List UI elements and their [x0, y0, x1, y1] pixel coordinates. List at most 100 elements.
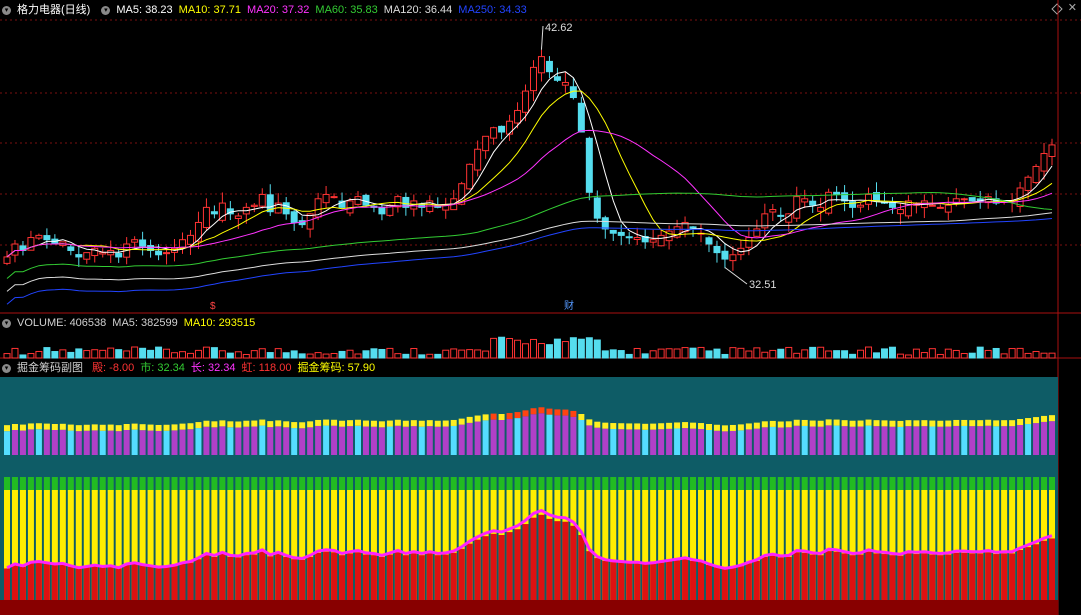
red-bar	[793, 552, 800, 600]
band-cap	[682, 422, 689, 429]
red-bar	[171, 566, 178, 600]
volume-bar	[976, 346, 984, 359]
candle-body	[944, 204, 952, 213]
band-cap	[482, 414, 489, 421]
band-cap	[27, 423, 34, 430]
band-cap	[227, 421, 234, 428]
candle-body	[290, 211, 298, 223]
band-bar	[482, 420, 489, 455]
bottom-strip	[0, 600, 1058, 615]
candle-body	[888, 201, 896, 208]
red-bar	[139, 565, 146, 600]
band-bar	[985, 425, 992, 455]
band-bar	[490, 419, 497, 455]
band-cap	[498, 414, 505, 420]
band-bar	[474, 421, 481, 455]
band-bar	[211, 427, 218, 455]
red-bar	[1049, 538, 1055, 600]
band-cap	[889, 420, 896, 427]
green-bar	[235, 477, 242, 492]
volume-bar	[266, 352, 274, 359]
red-bar	[315, 552, 322, 600]
volume-bar	[482, 350, 490, 359]
red-bar	[43, 563, 50, 600]
green-bar	[1017, 477, 1024, 492]
candle-body	[553, 76, 561, 81]
candle-body	[378, 206, 386, 215]
band-cap	[434, 420, 441, 427]
band-bar	[953, 425, 960, 455]
band-cap	[881, 420, 888, 427]
green-bar	[115, 477, 122, 492]
band-bar	[642, 429, 649, 455]
red-bar	[410, 553, 417, 600]
band-cap	[666, 422, 673, 429]
green-bar	[857, 477, 864, 492]
candle-body	[155, 250, 163, 256]
band-bar	[793, 425, 800, 455]
candle-body	[43, 235, 51, 241]
red-bar	[195, 559, 202, 600]
green-bar	[75, 477, 82, 492]
red-bar	[83, 567, 90, 600]
red-bar	[1025, 547, 1032, 600]
band-bar	[139, 430, 146, 455]
green-bar	[283, 477, 290, 492]
volume-bar	[665, 348, 673, 359]
band-bar	[450, 425, 457, 455]
volume-bar	[386, 347, 394, 359]
band-bar	[705, 430, 712, 455]
band-cap	[59, 423, 66, 430]
candle-body	[306, 213, 314, 230]
red-bar	[554, 521, 561, 600]
stock-chart-canvas[interactable]: 42.62 32.51 $ 财	[0, 0, 1081, 615]
volume-bar	[992, 347, 1000, 359]
volume-bar	[91, 349, 99, 359]
band-bar	[434, 426, 441, 455]
candle-body	[99, 252, 107, 255]
green-bar	[618, 477, 625, 492]
candle-body	[3, 256, 11, 264]
green-bar	[187, 477, 194, 492]
green-bar	[163, 477, 170, 492]
red-bar	[993, 554, 1000, 600]
green-bar	[769, 477, 776, 492]
green-bar	[347, 477, 354, 492]
green-bar	[713, 477, 720, 492]
red-bar	[642, 564, 649, 600]
volume-bar	[561, 341, 569, 359]
volume-bar	[785, 346, 793, 359]
volume-bar	[402, 353, 410, 359]
band-bar	[235, 427, 242, 455]
red-bar	[1033, 544, 1040, 600]
band-cap	[953, 419, 960, 426]
green-bar	[698, 477, 705, 492]
band-bar	[362, 426, 369, 455]
red-bar	[610, 562, 617, 600]
band-cap	[35, 423, 42, 430]
candle-body	[131, 239, 139, 243]
volume-bar	[59, 349, 67, 359]
band-cap	[51, 424, 58, 430]
band-cap	[945, 420, 952, 427]
red-bar	[466, 543, 473, 600]
band-bar	[849, 426, 856, 455]
band-cap	[442, 420, 449, 427]
red-bar	[299, 559, 306, 600]
band-bar	[825, 425, 832, 455]
green-bar	[59, 477, 66, 492]
red-bar	[490, 533, 497, 600]
green-bar	[729, 477, 736, 492]
band-bar	[347, 426, 354, 455]
band-cap	[745, 423, 752, 430]
green-bar	[474, 477, 481, 492]
volume-bar	[801, 349, 809, 359]
band-bar	[339, 426, 346, 455]
candle-body	[601, 217, 609, 230]
red-bar	[203, 555, 210, 600]
green-bar	[243, 477, 250, 492]
band-bar	[179, 429, 186, 455]
volume-bar	[514, 339, 522, 359]
red-bar	[450, 552, 457, 600]
volume-bar	[490, 337, 498, 359]
